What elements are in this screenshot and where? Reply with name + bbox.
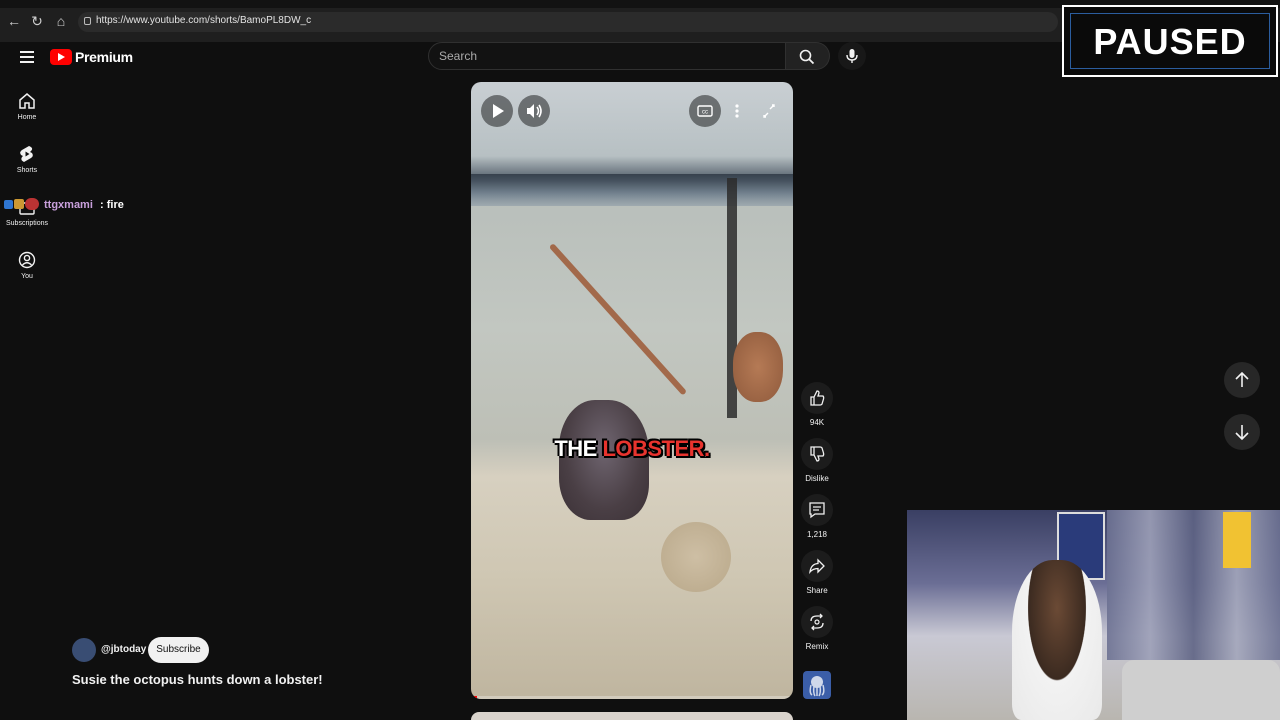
home-icon	[19, 93, 35, 109]
paused-overlay: PAUSED	[1062, 5, 1278, 77]
search-button[interactable]	[786, 42, 830, 70]
dislike-label: Dislike	[805, 474, 829, 483]
play-button[interactable]	[481, 95, 513, 127]
reload-icon[interactable]: ↻	[29, 13, 45, 29]
comment-count: 1,218	[806, 530, 828, 539]
previous-short-button[interactable]	[1224, 362, 1260, 398]
remix-label: Remix	[805, 642, 829, 651]
sidebar-item-shorts[interactable]: Shorts	[0, 145, 54, 174]
paused-text: PAUSED	[1093, 21, 1247, 62]
captions-icon: cc	[697, 105, 713, 117]
comment-icon	[809, 502, 825, 519]
microphone-icon	[846, 49, 858, 63]
chat-badge-icon	[14, 199, 24, 209]
shorts-icon	[20, 146, 33, 162]
webcam-streamer	[1012, 560, 1102, 720]
video-frame-tentacle	[548, 242, 688, 396]
svg-text:cc: cc	[702, 110, 708, 116]
search-input[interactable]: Search	[428, 42, 786, 70]
short-video-player[interactable]: cc THE LOBSTER.	[471, 82, 793, 699]
share-icon	[809, 558, 825, 575]
webcam-wall-banner	[1223, 512, 1251, 568]
sidebar-item-label: You	[21, 273, 33, 280]
like-count: 94K	[809, 418, 825, 427]
video-frame-octopus	[733, 332, 783, 402]
sidebar-item-home[interactable]: Home	[0, 92, 54, 121]
comments-button[interactable]: 1,218	[801, 494, 833, 539]
short-title[interactable]: Susie the octopus hunts down a lobster!	[72, 672, 323, 687]
arrow-down-icon	[1235, 425, 1249, 441]
volume-icon	[527, 104, 542, 118]
fullscreen-button[interactable]	[753, 95, 785, 127]
chat-text: : fire	[100, 199, 124, 211]
channel-avatar[interactable]	[803, 671, 831, 699]
share-button[interactable]: Share	[801, 550, 833, 595]
remix-button[interactable]: Remix	[801, 606, 833, 651]
voice-search-button[interactable]	[838, 42, 866, 70]
dislike-button[interactable]: Dislike	[801, 438, 833, 483]
lock-icon	[84, 17, 91, 25]
webcam-curtain	[1107, 510, 1280, 660]
like-button[interactable]: 94K	[801, 382, 833, 427]
webcam-overlay	[907, 510, 1280, 720]
fullscreen-icon	[763, 104, 775, 118]
you-icon	[18, 251, 36, 269]
thumbs-up-icon	[810, 390, 825, 406]
video-caption: THE LOBSTER.	[471, 436, 793, 462]
home-browser-icon[interactable]: ⌂	[53, 13, 69, 29]
next-short-preview[interactable]	[471, 712, 793, 720]
more-vert-icon	[735, 104, 739, 118]
video-progress-bar[interactable]	[471, 696, 793, 699]
thumbs-down-icon	[810, 446, 825, 462]
next-short-button[interactable]	[1224, 414, 1260, 450]
chat-username: ttgxmami	[44, 199, 93, 211]
video-frame-water-surface	[471, 174, 793, 206]
sidebar-item-label: Subscriptions	[5, 220, 49, 227]
address-bar[interactable]: https://www.youtube.com/shorts/BamoPL8DW…	[78, 12, 1058, 32]
search-placeholder: Search	[439, 49, 478, 63]
caption-word: THE	[554, 436, 597, 461]
youtube-play-logo-icon	[50, 49, 72, 65]
captions-button[interactable]: cc	[689, 95, 721, 127]
video-frame-shell	[661, 522, 731, 592]
sidebar-item-you[interactable]: You	[0, 251, 54, 280]
back-icon[interactable]: ←	[6, 13, 22, 29]
chat-avatar-icon	[25, 198, 39, 210]
sidebar-item-label: Home	[17, 114, 37, 121]
chat-badge-icon	[4, 200, 13, 209]
menu-icon[interactable]	[20, 51, 34, 63]
channel-avatar-small[interactable]	[72, 638, 96, 662]
remix-icon	[810, 613, 824, 631]
logo-text: Premium	[75, 49, 133, 65]
caption-word-highlight: LOBSTER.	[602, 436, 710, 461]
arrow-up-icon	[1235, 371, 1249, 387]
octopus-avatar-icon	[809, 676, 825, 697]
search-icon	[799, 49, 815, 65]
share-label: Share	[806, 586, 828, 595]
volume-button[interactable]	[518, 95, 550, 127]
webcam-couch	[1122, 660, 1280, 720]
channel-handle[interactable]: @jbtoday	[101, 644, 146, 655]
video-progress-fill	[471, 696, 478, 699]
sidebar-item-label: Shorts	[16, 167, 38, 174]
more-options-button[interactable]	[721, 95, 753, 127]
play-icon	[493, 104, 504, 118]
subscribe-button[interactable]: Subscribe	[148, 637, 209, 663]
url-text: https://www.youtube.com/shorts/BamoPL8DW…	[96, 15, 312, 26]
